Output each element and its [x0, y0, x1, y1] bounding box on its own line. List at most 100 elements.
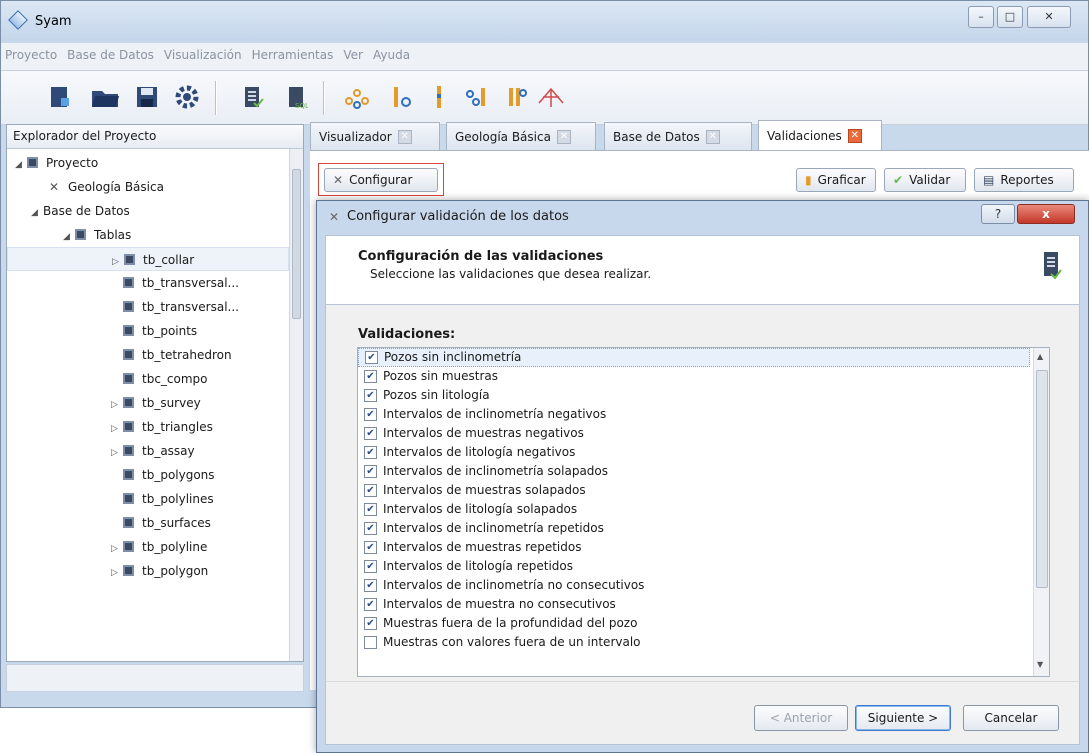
validation-item[interactable]: ✔ Intervalos de inclinometría repetidos — [358, 519, 1049, 538]
collapse-arrow-icon[interactable]: ◢ — [15, 153, 27, 177]
sample-icon[interactable] — [419, 79, 459, 115]
validation-item[interactable]: ✔ Intervalos de muestra no consecutivos — [358, 595, 1049, 614]
close-tab-icon[interactable]: ✕ — [556, 129, 571, 144]
tree-item-proyecto[interactable]: ◢ Proyecto — [7, 151, 289, 175]
tab-geologia-basica[interactable]: Geología Básica ✕ — [446, 122, 596, 150]
explorer-scrollbar[interactable] — [289, 149, 303, 661]
validation-item[interactable]: ✔ Intervalos de litología repetidos — [358, 557, 1049, 576]
open-folder-icon[interactable] — [85, 79, 125, 115]
validation-item[interactable]: ✔ Intervalos de muestras repetidos — [358, 538, 1049, 557]
menu-base-de-datos[interactable]: Base de Datos — [67, 48, 154, 65]
tab-visualizador[interactable]: Visualizador ✕ — [310, 122, 440, 150]
validation-item[interactable]: Muestras con valores fuera de un interva… — [358, 633, 1049, 652]
tree-item-tb-polyline[interactable]: ▷ tb_polyline — [7, 535, 289, 559]
collapse-arrow-icon[interactable]: ◢ — [63, 225, 75, 249]
checkbox[interactable]: ✔ — [364, 579, 377, 592]
graficar-button[interactable]: ▮ Graficar — [796, 168, 876, 192]
tree-item-tb-survey[interactable]: ▷ tb_survey — [7, 391, 289, 415]
checkbox[interactable]: ✔ — [364, 598, 377, 611]
next-button[interactable]: Siguiente > — [855, 705, 951, 731]
drill-hole-icon[interactable] — [381, 79, 421, 115]
minimize-button[interactable]: – — [968, 6, 994, 28]
help-button[interactable]: ? — [981, 204, 1015, 224]
tree-item-tb-surfaces[interactable]: tb_surfaces — [7, 511, 289, 535]
tree-item-tb-assay[interactable]: ▷ tb_assay — [7, 439, 289, 463]
expand-arrow-icon[interactable]: ▷ — [111, 561, 123, 585]
menu-visualizacion[interactable]: Visualización — [164, 48, 242, 65]
tab-base-de-datos[interactable]: Base de Datos ✕ — [604, 122, 752, 150]
checkbox[interactable]: ✔ — [364, 446, 377, 459]
checkbox[interactable]: ✔ — [364, 484, 377, 497]
validation-item[interactable]: ✔ Intervalos de litología solapados — [358, 500, 1049, 519]
scroll-up-icon[interactable]: ▲ — [1037, 352, 1043, 361]
validation-item[interactable]: ✔ Pozos sin litología — [358, 386, 1049, 405]
checkbox[interactable]: ✔ — [364, 427, 377, 440]
checkbox[interactable] — [364, 636, 377, 649]
tree-item-tb-triangles[interactable]: ▷ tb_triangles — [7, 415, 289, 439]
validation-item[interactable]: ✔ Intervalos de inclinometría solapados — [358, 462, 1049, 481]
validation-item[interactable]: ✔ Intervalos de inclinometría negativos — [358, 405, 1049, 424]
molecule-icon[interactable] — [337, 79, 377, 115]
checkbox[interactable]: ✔ — [364, 389, 377, 402]
scrollbar-thumb[interactable] — [292, 169, 301, 319]
maximize-button[interactable]: □ — [997, 6, 1023, 28]
checkbox[interactable]: ✔ — [365, 351, 378, 364]
menu-ver[interactable]: Ver — [343, 48, 363, 65]
scroll-down-icon[interactable]: ▼ — [1037, 660, 1043, 669]
checkbox[interactable]: ✔ — [364, 465, 377, 478]
sql-icon[interactable]: SQL — [277, 79, 317, 115]
close-tab-icon[interactable]: ✕ — [847, 128, 862, 143]
settings-gear-icon[interactable] — [167, 79, 207, 115]
title-bar[interactable]: Syam – □ ✕ — [1, 1, 1088, 41]
tree-item-tbc-compo[interactable]: tbc_compo — [7, 367, 289, 391]
tree-item-tb-transversal-2[interactable]: tb_transversal... — [7, 295, 289, 319]
checkbox[interactable]: ✔ — [364, 617, 377, 630]
expand-arrow-icon[interactable]: ▷ — [111, 417, 123, 441]
close-window-button[interactable]: ✕ — [1027, 6, 1071, 28]
checkbox[interactable]: ✔ — [364, 370, 377, 383]
checkbox[interactable]: ✔ — [364, 522, 377, 535]
checkbox[interactable]: ✔ — [364, 503, 377, 516]
validation-item[interactable]: ✔ Intervalos de inclinometría no consecut… — [358, 576, 1049, 595]
validation-item[interactable]: ✔ Pozos sin muestras — [358, 367, 1049, 386]
tree-item-tb-points[interactable]: tb_points — [7, 319, 289, 343]
validar-button[interactable]: ✔ Validar — [884, 168, 966, 192]
collapse-arrow-icon[interactable]: ◢ — [31, 201, 43, 225]
validation-item[interactable]: ✔ Intervalos de muestras solapados — [358, 481, 1049, 500]
tree-item-tb-polygon[interactable]: ▷ tb_polygon — [7, 559, 289, 583]
checklist-icon[interactable] — [233, 79, 273, 115]
validation-item[interactable]: ✔ Intervalos de litología negativos — [358, 443, 1049, 462]
tree-item-tb-tetrahedron[interactable]: tb_tetrahedron — [7, 343, 289, 367]
tree-item-tb-polygons[interactable]: tb_polygons — [7, 463, 289, 487]
list-scrollbar[interactable]: ▲ ▼ — [1033, 348, 1049, 676]
validation-item[interactable]: ✔ Intervalos de muestras negativos — [358, 424, 1049, 443]
reportes-button[interactable]: ▤ Reportes — [974, 168, 1074, 192]
tree-item-tb-polylines[interactable]: tb_polylines — [7, 487, 289, 511]
close-tab-icon[interactable]: ✕ — [705, 129, 720, 144]
tree-item-tablas[interactable]: ◢ Tablas — [7, 223, 289, 247]
expand-arrow-icon[interactable]: ▷ — [111, 441, 123, 465]
tree-item-geologia-basica[interactable]: ✕ Geología Básica — [7, 175, 289, 199]
checkbox[interactable]: ✔ — [364, 408, 377, 421]
menu-ayuda[interactable]: Ayuda — [373, 48, 410, 65]
scrollbar-thumb[interactable] — [1036, 370, 1048, 588]
expand-arrow-icon[interactable]: ▷ — [111, 537, 123, 561]
configurar-button[interactable]: ✕ Configurar — [324, 168, 438, 192]
menu-herramientas[interactable]: Herramientas — [252, 48, 334, 65]
close-tab-icon[interactable]: ✕ — [397, 129, 412, 144]
new-project-icon[interactable] — [39, 79, 79, 115]
tab-validaciones[interactable]: Validaciones ✕ — [758, 120, 882, 150]
cancel-button[interactable]: Cancelar — [963, 705, 1059, 731]
dialog-close-button[interactable]: x — [1017, 204, 1075, 224]
tree-item-tb-transversal-1[interactable]: tb_transversal... — [7, 271, 289, 295]
expand-arrow-icon[interactable]: ▷ — [111, 393, 123, 417]
tree-item-base-de-datos[interactable]: ◢ Base de Datos — [7, 199, 289, 223]
back-button[interactable]: < Anterior — [754, 705, 848, 731]
checkbox[interactable]: ✔ — [364, 560, 377, 573]
mesh-icon[interactable] — [531, 79, 571, 115]
menu-proyecto[interactable]: Proyecto — [5, 48, 57, 65]
checkbox[interactable]: ✔ — [364, 541, 377, 554]
save-icon[interactable] — [127, 79, 167, 115]
network-icon[interactable] — [457, 79, 497, 115]
validation-item[interactable]: ✔ Pozos sin inclinometría — [358, 348, 1030, 367]
